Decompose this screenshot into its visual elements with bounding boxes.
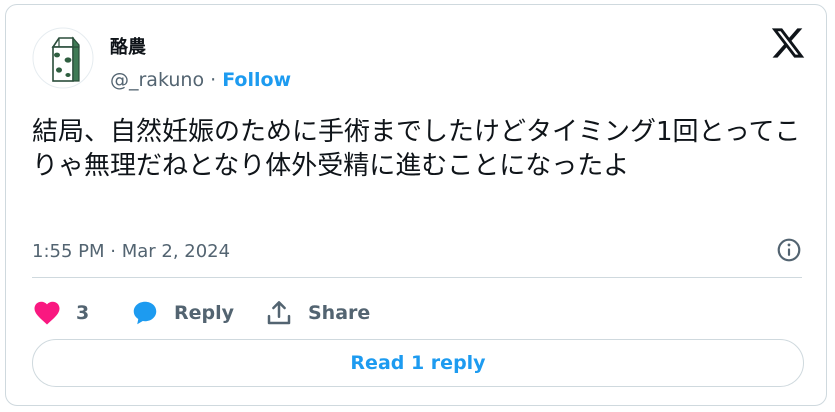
x-logo-icon[interactable] [770, 25, 806, 61]
author-name[interactable]: 酪農 [110, 33, 146, 59]
reply-label: Reply [174, 302, 235, 324]
divider [32, 277, 802, 278]
like-button[interactable]: 3 [32, 296, 89, 330]
reply-button[interactable]: Reply [130, 296, 234, 330]
author-handle[interactable]: @_rakuno [110, 69, 204, 91]
tweet-text: 結局、自然妊娠のために手術までしたけどタイミング1回とってこりゃ無理だねとなり体… [32, 117, 801, 181]
share-button[interactable]: Share [264, 296, 370, 330]
share-upload-icon [267, 301, 291, 325]
info-icon[interactable] [776, 237, 802, 263]
handle-separator: · [204, 69, 223, 91]
heart-icon [34, 301, 60, 325]
milk-carton-icon [32, 27, 94, 89]
speech-bubble-icon [133, 301, 157, 325]
timestamp[interactable]: 1:55 PM · Mar 2, 2024 [32, 241, 230, 262]
handle-row: @_rakuno · Follow [110, 69, 291, 91]
tweet-card: 酪農 @_rakuno · Follow 結局、自然妊娠のために手術までしたけど… [5, 4, 827, 406]
follow-button[interactable]: Follow [222, 69, 291, 91]
read-replies-button[interactable]: Read 1 reply [32, 339, 804, 387]
avatar[interactable] [32, 27, 94, 89]
share-label: Share [308, 302, 371, 324]
like-count: 3 [76, 302, 90, 324]
